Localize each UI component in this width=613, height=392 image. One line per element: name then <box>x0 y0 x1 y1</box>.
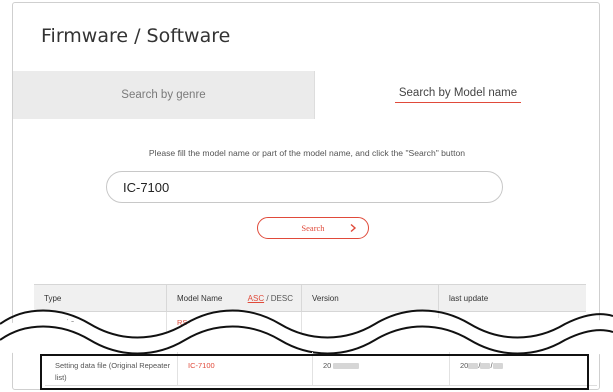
highlight-box <box>40 354 589 390</box>
search-tabs: Search by genre Search by Model name <box>13 71 599 119</box>
chevron-right-icon <box>350 223 357 233</box>
search-instruction: Please fill the model name or part of th… <box>148 148 466 158</box>
model-name-input[interactable] <box>106 171 503 203</box>
tab-search-by-genre[interactable]: Search by genre <box>13 71 315 119</box>
search-button-label: Search <box>301 223 325 233</box>
tab-search-by-model-name[interactable]: Search by Model name <box>315 71 599 119</box>
tab-label: Search by Model name <box>394 87 522 103</box>
page-title: Firmware / Software <box>41 25 231 47</box>
search-button[interactable]: Search <box>257 217 369 239</box>
wave-break-divider <box>0 309 613 360</box>
tab-label: Search by genre <box>121 89 206 101</box>
